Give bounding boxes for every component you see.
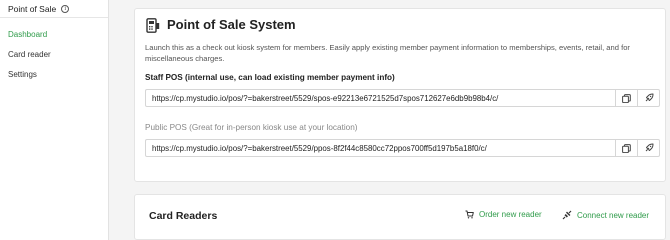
sidebar: Point of Sale i Dashboard Card reader Se… bbox=[0, 0, 109, 240]
launch-icon bbox=[645, 143, 653, 152]
sidebar-title: Point of Sale bbox=[8, 3, 57, 14]
copy-icon bbox=[622, 143, 631, 153]
public-pos-url-field: https://cp.mystudio.io/pos/?=bakerstreet… bbox=[145, 139, 660, 157]
staff-copy-button[interactable] bbox=[615, 90, 637, 106]
info-icon[interactable]: i bbox=[61, 4, 70, 13]
plug-icon bbox=[562, 210, 572, 220]
sidebar-item-card-reader[interactable]: Card reader bbox=[8, 50, 51, 59]
pos-title: Point of Sale System bbox=[167, 17, 296, 32]
staff-pos-url-field: https://cp.mystudio.io/pos/?=bakerstreet… bbox=[145, 89, 660, 107]
launch-icon bbox=[645, 93, 653, 102]
card-readers-card: Card Readers Order new reader Connect ne… bbox=[134, 194, 666, 240]
card-readers-title: Card Readers bbox=[149, 210, 218, 222]
order-reader-label: Order new reader bbox=[479, 210, 542, 219]
public-copy-button[interactable] bbox=[615, 140, 637, 156]
public-pos-url[interactable]: https://cp.mystudio.io/pos/?=bakerstreet… bbox=[146, 140, 615, 156]
pos-card: Point of Sale System Launch this as a ch… bbox=[134, 8, 666, 182]
public-launch-button[interactable] bbox=[637, 140, 659, 156]
pos-description: Launch this as a check out kiosk system … bbox=[145, 43, 630, 63]
staff-launch-button[interactable] bbox=[637, 90, 659, 106]
cart-icon bbox=[465, 210, 474, 219]
sidebar-item-settings[interactable]: Settings bbox=[8, 70, 37, 79]
sidebar-item-dashboard[interactable]: Dashboard bbox=[8, 30, 47, 39]
order-reader-button[interactable]: Order new reader bbox=[465, 210, 542, 219]
pos-terminal-icon bbox=[146, 18, 160, 33]
staff-pos-label: Staff POS (internal use, can load existi… bbox=[145, 73, 395, 82]
public-pos-label: Public POS (Great for in-person kiosk us… bbox=[145, 123, 358, 132]
staff-pos-url[interactable]: https://cp.mystudio.io/pos/?=bakerstreet… bbox=[146, 90, 615, 106]
connect-reader-label: Connect new reader bbox=[577, 210, 650, 220]
copy-icon bbox=[622, 93, 631, 103]
sidebar-header: Point of Sale i bbox=[0, 0, 108, 18]
connect-reader-button[interactable]: Connect new reader bbox=[562, 210, 649, 220]
